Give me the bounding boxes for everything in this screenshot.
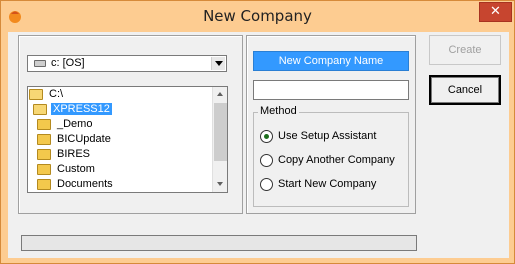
progress-bar	[21, 235, 417, 251]
drive-select[interactable]: c: [OS]	[27, 55, 227, 72]
window-title: New Company	[203, 7, 312, 25]
method-legend: Method	[258, 105, 299, 117]
scroll-down-button[interactable]	[213, 177, 227, 192]
open-folder-icon	[33, 104, 47, 115]
radio-label: Copy Another Company	[278, 154, 395, 166]
new-company-window: New Company ✕ c: [OS] C:\ XPRESS12 _Demo BI…	[0, 0, 515, 264]
drive-select-value: c: [OS]	[51, 57, 85, 69]
radio-label: Start New Company	[278, 178, 377, 190]
chevron-down-icon	[215, 61, 223, 66]
dropdown-button[interactable]	[211, 57, 225, 70]
new-company-name-label: New Company Name	[253, 51, 409, 71]
scroll-thumb[interactable]	[214, 103, 227, 161]
drive-icon	[34, 60, 46, 67]
close-button[interactable]: ✕	[479, 2, 512, 22]
folder-icon	[37, 119, 51, 130]
open-folder-icon	[29, 89, 43, 100]
scroll-up-button[interactable]	[213, 87, 227, 102]
directory-label: Custom	[57, 163, 95, 175]
radio-unchecked-icon	[260, 178, 273, 191]
directory-scrollbar[interactable]	[212, 87, 227, 192]
folder-icon	[37, 164, 51, 175]
directory-label: BICUpdate	[57, 133, 111, 145]
cancel-button[interactable]: Cancel	[429, 75, 501, 105]
create-button[interactable]: Create	[429, 35, 501, 65]
directory-label: _Demo	[57, 118, 93, 130]
directory-label: XPRESS12	[51, 103, 112, 115]
arrow-up-icon	[217, 92, 223, 96]
directory-label: C:\	[49, 88, 64, 100]
radio-checked-icon	[260, 130, 273, 143]
directory-label: Documents	[57, 178, 113, 190]
folder-icon	[37, 149, 51, 160]
company-name-input[interactable]	[253, 80, 409, 100]
directory-label: BIRES	[57, 148, 91, 160]
folder-icon	[37, 179, 51, 190]
folder-icon	[37, 134, 51, 145]
directory-list[interactable]: C:\ XPRESS12 _Demo BICUpdate BIRES Custom Docu…	[27, 86, 228, 193]
title-bar[interactable]: New Company ✕	[1, 1, 514, 32]
close-icon: ✕	[490, 4, 501, 19]
arrow-down-icon	[217, 182, 223, 186]
radio-label: Use Setup Assistant	[278, 130, 377, 142]
radio-unchecked-icon	[260, 154, 273, 167]
dialog-body: c: [OS] C:\ XPRESS12 _Demo BICUpdate BIRES Cu…	[8, 32, 509, 258]
